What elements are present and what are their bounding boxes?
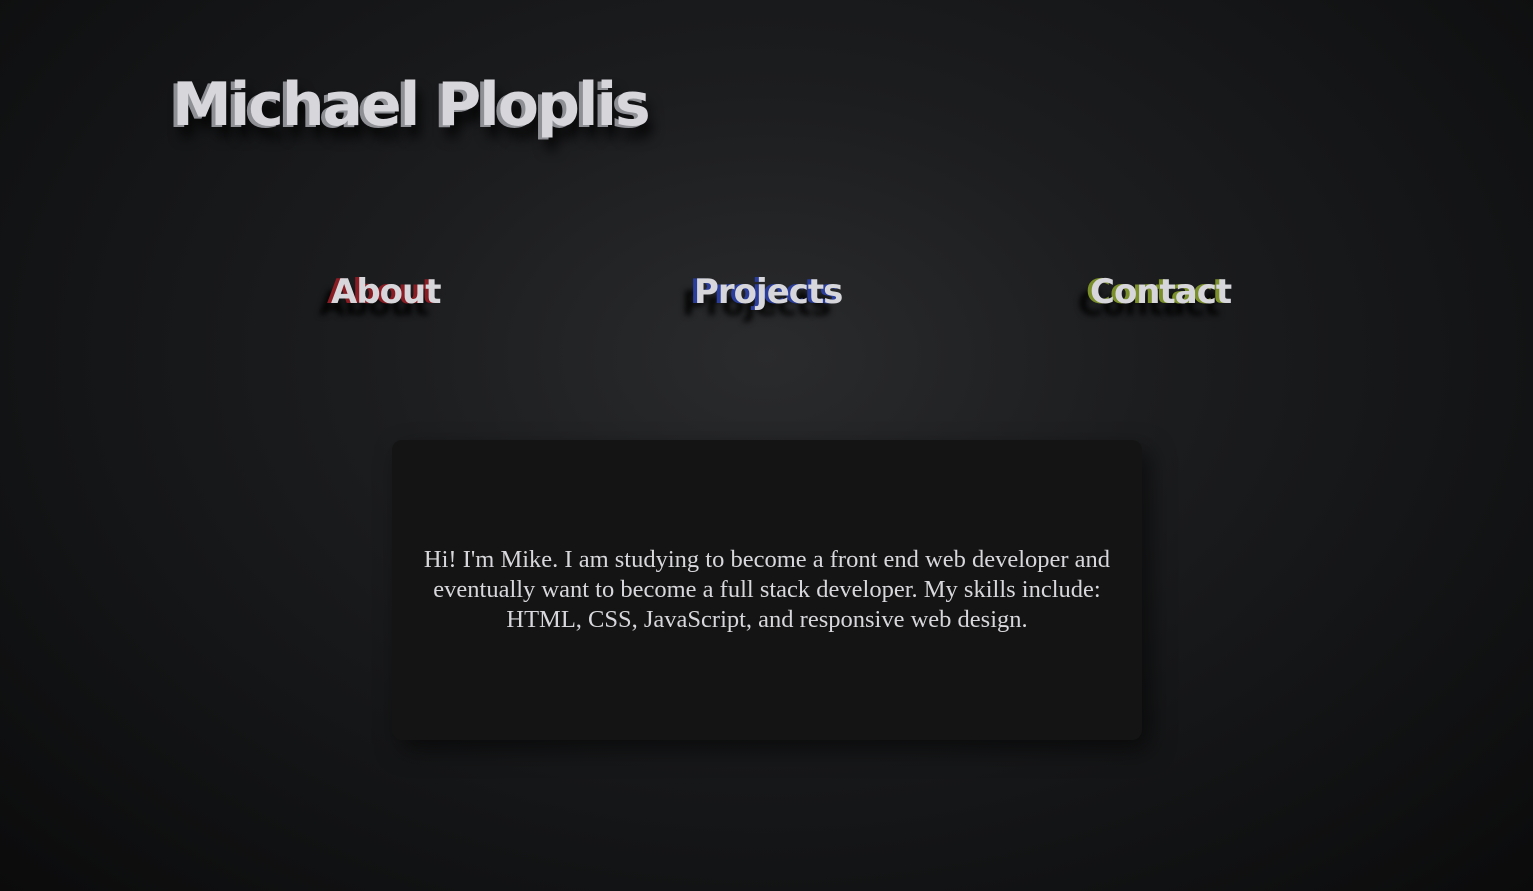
nav-link-contact[interactable]: Contact xyxy=(1090,272,1232,312)
about-card: Hi! I'm Mike. I am studying to become a … xyxy=(392,440,1142,740)
about-text: Hi! I'm Mike. I am studying to become a … xyxy=(423,546,1111,633)
site-title: Michael Ploplis xyxy=(172,70,651,140)
nav-link-projects[interactable]: Projects xyxy=(694,272,843,312)
nav-link-about[interactable]: About xyxy=(331,272,441,312)
